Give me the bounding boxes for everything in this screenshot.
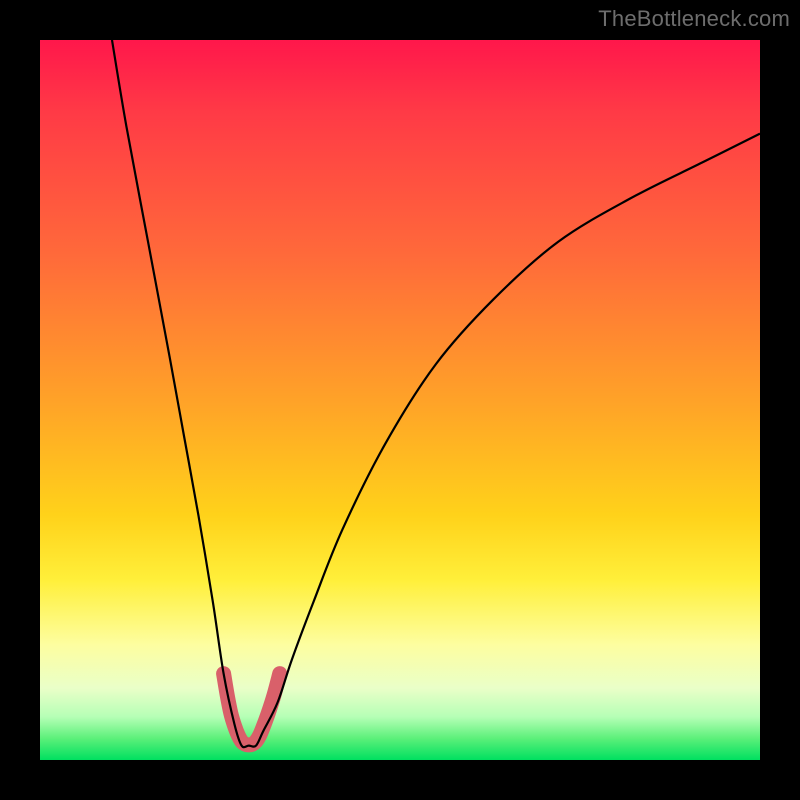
- bottleneck-curve-path: [112, 40, 760, 747]
- chart-frame: TheBottleneck.com: [0, 0, 800, 800]
- watermark-text: TheBottleneck.com: [598, 6, 790, 32]
- chart-svg: [40, 40, 760, 760]
- plot-area: [40, 40, 760, 760]
- optimal-marker-path: [224, 674, 280, 745]
